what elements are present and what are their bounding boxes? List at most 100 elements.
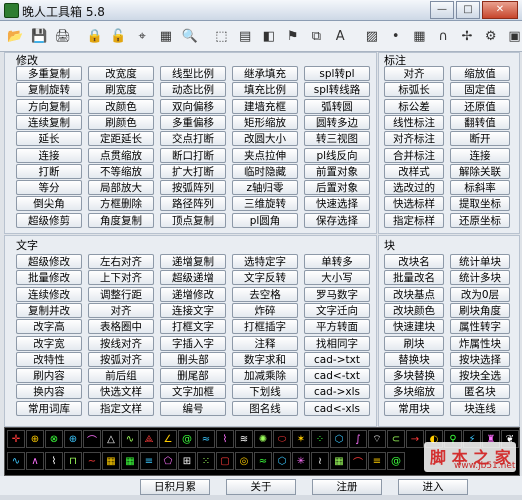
box-icon[interactable]: ▢ bbox=[216, 452, 234, 470]
text-button[interactable]: 编号 bbox=[160, 400, 226, 416]
modify-button[interactable]: 后置对象 bbox=[304, 180, 370, 196]
text-button[interactable]: 改字高 bbox=[16, 319, 82, 335]
annotate-button[interactable]: 对齐标注 bbox=[384, 131, 444, 147]
text-button[interactable]: 前后组 bbox=[88, 368, 154, 384]
lines-icon[interactable]: ≡ bbox=[368, 452, 386, 470]
modify-button[interactable]: 点贯缩放 bbox=[88, 147, 154, 163]
modify-button[interactable]: 顶点复制 bbox=[160, 212, 226, 228]
modify-button[interactable]: 改宽度 bbox=[88, 66, 154, 81]
star-icon[interactable]: ✶ bbox=[292, 430, 310, 448]
annotate-button[interactable]: 连接 bbox=[450, 147, 510, 163]
text-button[interactable]: 单转多 bbox=[304, 254, 370, 269]
unlock-icon[interactable]: 🔓 bbox=[107, 24, 130, 48]
block-button[interactable]: 批量改名 bbox=[384, 270, 444, 286]
block-button[interactable]: 块连线 bbox=[450, 400, 510, 416]
modify-button[interactable]: 双向偏移 bbox=[160, 98, 226, 114]
block-button[interactable]: 按块选择 bbox=[450, 351, 510, 367]
close-button[interactable]: ✕ bbox=[482, 1, 518, 19]
rings-icon[interactable]: ◎ bbox=[235, 452, 253, 470]
modify-button[interactable]: 矩形缩放 bbox=[232, 114, 298, 130]
annotate-button[interactable]: 快选标样 bbox=[384, 196, 444, 212]
modify-button[interactable]: 刷宽度 bbox=[88, 82, 154, 98]
modify-button[interactable]: 连续复制 bbox=[16, 114, 82, 130]
spiral-icon[interactable]: @ bbox=[178, 430, 196, 448]
annotate-button[interactable]: 标公差 bbox=[384, 98, 444, 114]
square-wave-icon[interactable]: ⊓ bbox=[64, 452, 82, 470]
text-button[interactable]: 加减乘除 bbox=[232, 368, 298, 384]
annotate-button[interactable]: 对齐 bbox=[384, 66, 444, 81]
block-button[interactable]: 替换块 bbox=[384, 351, 444, 367]
stripes-icon[interactable]: ≡ bbox=[140, 452, 158, 470]
modify-button[interactable]: 定距延长 bbox=[88, 131, 154, 147]
modify-button[interactable]: 局部放大 bbox=[88, 180, 154, 196]
minimize-button[interactable]: — bbox=[430, 1, 454, 19]
calculator-icon[interactable]: ▣ bbox=[503, 24, 522, 48]
modify-button[interactable]: 夹点拉伸 bbox=[232, 147, 298, 163]
text-style-icon[interactable]: A bbox=[329, 24, 352, 48]
block-button[interactable]: 改为0层 bbox=[450, 286, 510, 302]
text-button[interactable]: 超级修改 bbox=[16, 254, 82, 269]
modify-button[interactable]: 打断 bbox=[16, 163, 82, 179]
sparkle-icon[interactable]: ✳ bbox=[292, 452, 310, 470]
annotate-button[interactable]: 线性标注 bbox=[384, 114, 444, 130]
modify-button[interactable]: 断口打断 bbox=[160, 147, 226, 163]
text-button[interactable]: 左右对齐 bbox=[88, 254, 154, 269]
annotate-button[interactable]: 翻转值 bbox=[450, 114, 510, 130]
enter-button[interactable]: 进入 bbox=[398, 479, 468, 495]
tips-button[interactable]: 日积月累 bbox=[140, 479, 210, 495]
text-button[interactable]: 字插入字 bbox=[160, 335, 226, 351]
text-button[interactable]: cad->txt bbox=[304, 351, 370, 367]
modify-button[interactable]: 改颜色 bbox=[88, 98, 154, 114]
modify-button[interactable]: 多重复制 bbox=[16, 66, 82, 81]
arrow-line-icon[interactable]: → bbox=[406, 430, 424, 448]
block-button[interactable]: 炸属性块 bbox=[450, 335, 510, 351]
block-button[interactable]: 刷块角度 bbox=[450, 302, 510, 318]
text-button[interactable]: 复制并改 bbox=[16, 302, 82, 318]
magnet-icon[interactable]: ∩ bbox=[432, 24, 455, 48]
save-icon[interactable]: 💾 bbox=[28, 24, 51, 48]
layer-icon[interactable]: ▤ bbox=[234, 24, 257, 48]
text-button[interactable]: 批量修改 bbox=[16, 270, 82, 286]
modify-button[interactable]: 方向复制 bbox=[16, 98, 82, 114]
cross-hatch-icon[interactable]: ⊞ bbox=[178, 452, 196, 470]
block-button[interactable]: 刷块 bbox=[384, 335, 444, 351]
red-crosshair-icon[interactable]: ✛ bbox=[7, 430, 25, 448]
modify-button[interactable]: 刷颜色 bbox=[88, 114, 154, 130]
sine-icon[interactable]: ∼ bbox=[83, 452, 101, 470]
block-button[interactable]: 匿名块 bbox=[450, 384, 510, 400]
pyramid-icon[interactable]: ⟁ bbox=[140, 430, 158, 448]
arc-blue-icon[interactable]: ⌒ bbox=[349, 452, 367, 470]
triangle-wave-icon[interactable]: ∧ bbox=[26, 452, 44, 470]
modify-button[interactable]: 临时隐藏 bbox=[232, 163, 298, 179]
annotate-button[interactable]: 标斜率 bbox=[450, 180, 510, 196]
text-button[interactable]: 删尾部 bbox=[160, 368, 226, 384]
text-button[interactable]: 删头部 bbox=[160, 351, 226, 367]
cube-icon[interactable]: ⬡ bbox=[330, 430, 348, 448]
block-button[interactable]: 改块名 bbox=[384, 254, 444, 269]
text-button[interactable]: 平方转面 bbox=[304, 319, 370, 335]
modify-button[interactable]: 圆转多边 bbox=[304, 114, 370, 130]
modify-button[interactable]: 角度复制 bbox=[88, 212, 154, 228]
mesh-icon[interactable]: ▦ bbox=[102, 452, 120, 470]
angle-icon[interactable]: ∠ bbox=[159, 430, 177, 448]
text-button[interactable]: cad<-xls bbox=[304, 400, 370, 416]
box-grid-icon[interactable]: ▦ bbox=[330, 452, 348, 470]
text-button[interactable]: 打框文字 bbox=[160, 319, 226, 335]
search-icon[interactable]: 🔍 bbox=[178, 24, 201, 48]
modify-button[interactable]: 建墙充框 bbox=[232, 98, 298, 114]
modify-button[interactable]: 方框删除 bbox=[88, 196, 154, 212]
ellipse-icon[interactable]: ⬭ bbox=[273, 430, 291, 448]
circle-plus-icon[interactable]: ⊕ bbox=[64, 430, 82, 448]
copy-icon[interactable]: ⧉ bbox=[305, 24, 328, 48]
modify-button[interactable]: 复制旋转 bbox=[16, 82, 82, 98]
text-button[interactable]: 改特性 bbox=[16, 351, 82, 367]
modify-button[interactable]: 转三视图 bbox=[304, 131, 370, 147]
block-button[interactable]: 多块缩放 bbox=[384, 384, 444, 400]
block-button[interactable]: 属性转字 bbox=[450, 319, 510, 335]
text-button[interactable]: 连接文字 bbox=[160, 302, 226, 318]
text-button[interactable]: 图名线 bbox=[232, 400, 298, 416]
text-button[interactable]: 按线对齐 bbox=[88, 335, 154, 351]
modify-button[interactable]: 不等缩放 bbox=[88, 163, 154, 179]
text-button[interactable]: 连续修改 bbox=[16, 286, 82, 302]
block-button[interactable]: 统计单块 bbox=[450, 254, 510, 269]
